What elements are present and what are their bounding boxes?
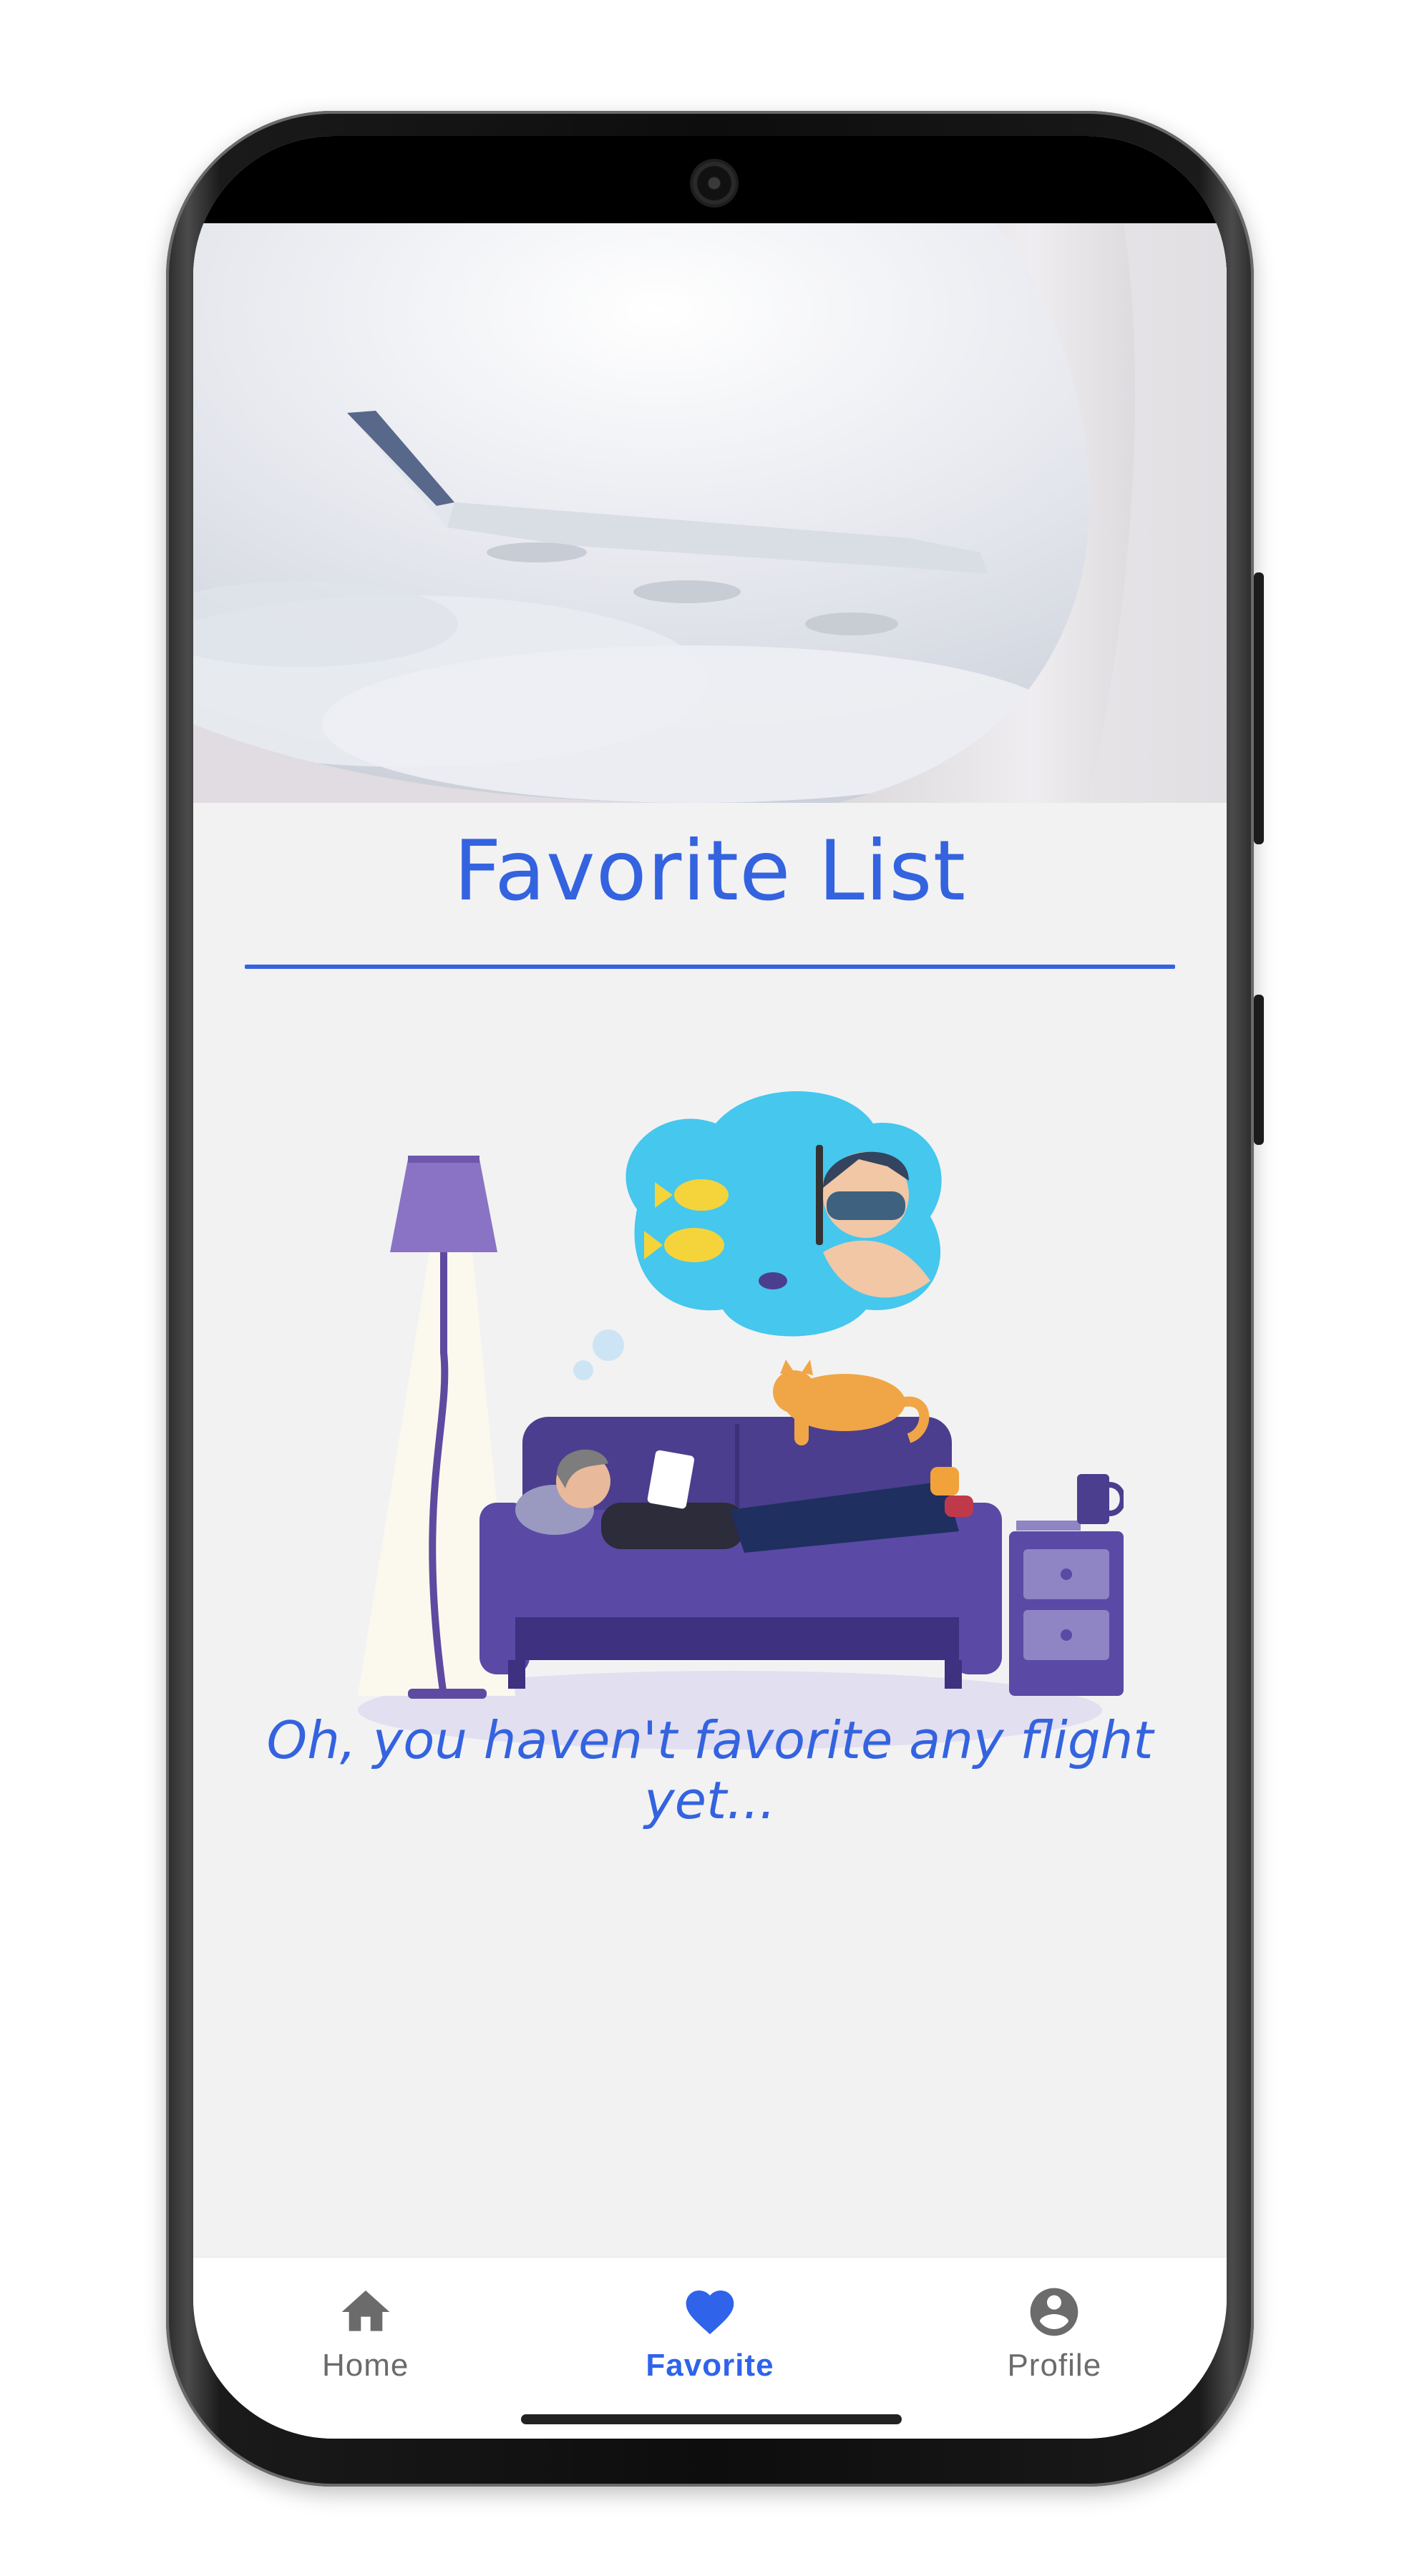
nav-home-label: Home xyxy=(321,2348,409,2383)
home-indicator[interactable] xyxy=(521,2414,902,2424)
nav-favorite[interactable]: Favorite xyxy=(574,2258,846,2384)
nav-home[interactable]: Home xyxy=(230,2258,502,2384)
empty-state-message: Oh, you haven't favorite any flight yet.… xyxy=(266,1710,1154,1830)
nav-favorite-label: Favorite xyxy=(646,2348,774,2383)
heart-icon xyxy=(686,2290,734,2335)
title-divider xyxy=(245,965,1175,969)
power-button xyxy=(1254,995,1264,1145)
page-title: Favorite List xyxy=(453,823,967,919)
bottom-navigation: Home Favorite Profile xyxy=(193,2257,1227,2439)
empty-state-illustration xyxy=(358,1091,1124,1750)
nav-profile[interactable]: Profile xyxy=(918,2258,1190,2384)
hero-image xyxy=(193,223,1227,803)
airplane-window-image xyxy=(193,223,1227,803)
home-icon xyxy=(341,2290,389,2331)
front-camera xyxy=(693,162,736,205)
page-header: Favorite List xyxy=(193,823,1227,919)
volume-button xyxy=(1254,572,1264,844)
account-circle-icon xyxy=(1030,2288,1078,2336)
device-frame: Favorite List Oh, you haven't favorite a… xyxy=(0,0,1417,2576)
nav-profile-label: Profile xyxy=(1007,2348,1102,2383)
app-screen: Favorite List Oh, you haven't favorite a… xyxy=(193,136,1227,2439)
